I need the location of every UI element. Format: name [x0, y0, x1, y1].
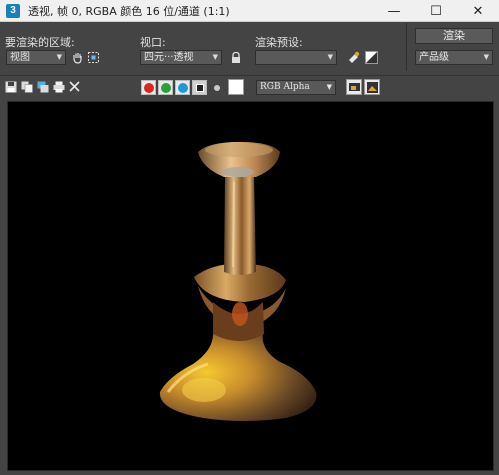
chevron-down-icon: ▼	[327, 53, 333, 61]
panel-divider	[406, 23, 407, 71]
chevron-down-icon: ▼	[483, 53, 489, 61]
green-channel-icon	[160, 82, 171, 93]
toggle-ui-icon[interactable]	[364, 79, 380, 95]
render-setup-icon[interactable]	[347, 50, 361, 64]
area-to-render-dropdown[interactable]: 视图 ▼	[6, 50, 66, 65]
window-title: 透视, 帧 0, RGBA 颜色 16 位/通道 (1:1)	[28, 4, 230, 18]
channel-display-dropdown[interactable]: RGB Alpha ▼	[256, 80, 336, 95]
render-quality-value: 产品级	[419, 52, 449, 63]
channel-display-value: RGB Alpha	[260, 82, 310, 92]
frame-buffer-toolbar: RGB Alpha ▼	[0, 75, 499, 97]
clear-icon[interactable]	[68, 80, 81, 93]
render-viewport	[7, 101, 494, 471]
toggle-ui-overlay-icon[interactable]	[346, 79, 362, 95]
chevron-down-icon: ▼	[56, 53, 62, 61]
minimize-button[interactable]: —	[373, 0, 415, 22]
chevron-down-icon: ▼	[326, 83, 332, 91]
render-preset-dropdown[interactable]: ▼	[255, 50, 337, 65]
viewport-value: 四元···透视	[144, 52, 194, 63]
environment-effects-icon[interactable]	[364, 50, 378, 64]
viewport-dropdown[interactable]: 四元···透视 ▼	[140, 50, 222, 65]
monochrome-toggle[interactable]	[210, 81, 223, 94]
clone-window-icon[interactable]	[36, 80, 49, 93]
monochrome-icon	[213, 84, 220, 91]
lock-icon[interactable]	[229, 50, 243, 64]
area-to-render-label: 要渲染的区域:	[5, 36, 75, 49]
area-to-render-value: 视图	[10, 52, 30, 63]
chevron-down-icon: ▼	[212, 53, 218, 61]
alpha-channel-toggle[interactable]	[192, 80, 207, 95]
print-icon[interactable]	[52, 80, 65, 93]
copy-icon[interactable]	[20, 80, 33, 93]
render-preset-label: 渲染预设:	[255, 36, 303, 49]
render-control-panel: 要渲染的区域: 视图 ▼ 视口: 四元···透视 ▼ 渲染预设: ▼ 渲染 产品…	[0, 23, 499, 73]
maximize-button[interactable]: ☐	[415, 0, 457, 22]
rendered-vase-image	[159, 142, 317, 421]
hand-pan-icon[interactable]	[70, 50, 84, 64]
window-controls: — ☐ ✕	[373, 0, 499, 22]
green-channel-toggle[interactable]	[158, 80, 173, 95]
alpha-channel-icon	[195, 83, 204, 92]
color-swatch[interactable]	[228, 79, 244, 95]
app-icon: 3	[6, 3, 20, 18]
title-bar: 3 透视, 帧 0, RGBA 颜色 16 位/通道 (1:1) — ☐ ✕	[0, 0, 499, 22]
blue-channel-icon	[177, 82, 188, 93]
viewport-label: 视口:	[140, 36, 166, 49]
close-button[interactable]: ✕	[457, 0, 499, 22]
render-button[interactable]: 渲染	[415, 28, 493, 44]
auto-region-icon[interactable]	[86, 50, 100, 64]
save-icon[interactable]	[4, 80, 17, 93]
blue-channel-toggle[interactable]	[175, 80, 190, 95]
red-channel-icon	[143, 82, 154, 93]
red-channel-toggle[interactable]	[141, 80, 156, 95]
render-quality-dropdown[interactable]: 产品级 ▼	[415, 50, 493, 65]
